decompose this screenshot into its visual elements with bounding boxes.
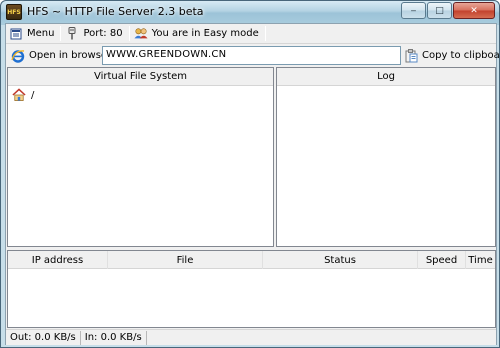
toolbar-separator bbox=[128, 26, 130, 41]
copy-to-clipboard-button[interactable]: Copy to clipboard bbox=[401, 46, 500, 65]
open-in-browser-label: Open in browser bbox=[29, 50, 112, 61]
column-speed[interactable]: Speed bbox=[418, 251, 466, 269]
main-panels: Virtual File System / Log bbox=[6, 67, 496, 247]
client-area: Menu Port: 80 You are in Easy mode Open … bbox=[5, 23, 500, 345]
mode-button[interactable]: You are in Easy mode bbox=[131, 25, 264, 43]
status-in-speed: In: 0.0 KB/s bbox=[81, 330, 147, 345]
log-header: Log bbox=[277, 68, 495, 86]
vfs-header: Virtual File System bbox=[8, 68, 273, 86]
close-button[interactable]: ✕ bbox=[453, 2, 495, 19]
maximize-button[interactable]: □ bbox=[427, 2, 452, 19]
vfs-root-item[interactable]: / bbox=[12, 88, 34, 102]
title-bar[interactable]: HFS HFS ~ HTTP File Server 2.3 beta ‒ □ … bbox=[1, 1, 499, 23]
menu-label: Menu bbox=[27, 28, 55, 39]
column-status[interactable]: Status bbox=[263, 251, 418, 269]
column-time[interactable]: Time bbox=[466, 251, 495, 269]
caption-buttons: ‒ □ ✕ bbox=[401, 2, 495, 19]
open-in-browser-button[interactable]: Open in browser bbox=[8, 46, 116, 65]
hfs-app-icon[interactable]: HFS bbox=[6, 4, 22, 20]
mode-label: You are in Easy mode bbox=[151, 28, 259, 39]
ie-icon bbox=[11, 49, 25, 63]
copy-to-clipboard-label: Copy to clipboard bbox=[422, 50, 500, 61]
toolbar-separator bbox=[60, 26, 62, 41]
clipboard-icon bbox=[404, 48, 418, 63]
app-window: HFS HFS ~ HTTP File Server 2.3 beta ‒ □ … bbox=[0, 0, 500, 348]
menu-icon bbox=[9, 27, 23, 41]
virtual-file-system-panel[interactable]: Virtual File System / bbox=[7, 67, 274, 247]
column-file[interactable]: File bbox=[108, 251, 263, 269]
port-icon bbox=[65, 27, 79, 41]
main-toolbar: Menu Port: 80 You are in Easy mode bbox=[6, 24, 496, 44]
toolbar-separator bbox=[264, 26, 266, 41]
home-icon bbox=[12, 88, 26, 102]
url-toolbar: Open in browser WWW.GREENDOWN.CN Copy to… bbox=[6, 45, 500, 66]
status-out-speed: Out: 0.0 KB/s bbox=[6, 330, 81, 345]
menu-button[interactable]: Menu bbox=[6, 25, 59, 43]
column-ip-address[interactable]: IP address bbox=[8, 251, 108, 269]
url-field[interactable]: WWW.GREENDOWN.CN bbox=[102, 46, 401, 65]
connections-header: IP address File Status Speed Time bbox=[8, 251, 495, 269]
minimize-button[interactable]: ‒ bbox=[401, 2, 426, 19]
vfs-root-label: / bbox=[31, 89, 35, 101]
window-title: HFS ~ HTTP File Server 2.3 beta bbox=[27, 5, 204, 18]
connections-list[interactable]: IP address File Status Speed Time bbox=[7, 250, 496, 328]
log-panel[interactable]: Log bbox=[276, 67, 496, 247]
port-label: Port: 80 bbox=[83, 28, 123, 39]
port-button[interactable]: Port: 80 bbox=[62, 25, 127, 43]
status-bar: Out: 0.0 KB/s In: 0.0 KB/s bbox=[6, 329, 496, 345]
users-icon bbox=[134, 27, 148, 41]
